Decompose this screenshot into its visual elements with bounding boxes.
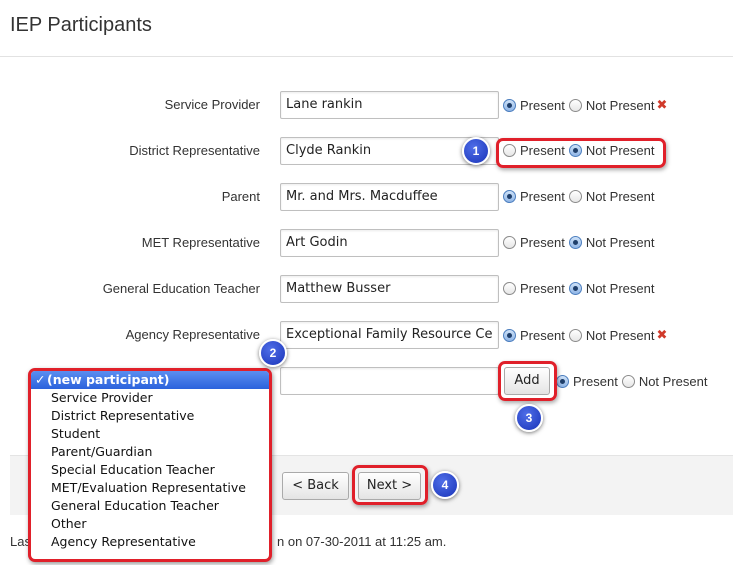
not-present-radio[interactable] (568, 282, 582, 295)
callout-box-district-status (496, 138, 666, 168)
dropdown-option-label: Service Provider (51, 390, 153, 405)
dropdown-option[interactable]: Service Provider (31, 389, 269, 407)
not-present-label: Not Present (585, 235, 655, 250)
participant-role-label: Parent (221, 189, 260, 204)
dropdown-option-label: Student (51, 426, 101, 441)
back-button[interactable]: < Back (282, 472, 349, 500)
dropdown-option[interactable]: Student (31, 425, 269, 443)
dropdown-option-label: Parent/Guardian (51, 444, 153, 459)
page-title: IEP Participants (10, 14, 152, 36)
callout-badge-4: 4 (431, 471, 459, 499)
present-label: Present (573, 374, 618, 389)
new-present-radio[interactable] (556, 375, 569, 388)
participant-name-input[interactable]: Art Godin (280, 229, 499, 257)
present-label: Present (520, 97, 565, 113)
participant-role-dropdown[interactable]: ✓ (new participant) Service Provider Distri… (28, 368, 272, 562)
dropdown-option-label: Agency Representative (51, 534, 196, 549)
not-present-label: Not Present (585, 281, 655, 296)
dropdown-option[interactable]: Other (31, 515, 269, 533)
new-participant-status: Present Not Present (556, 374, 711, 389)
callout-badge-2: 2 (259, 339, 287, 367)
last-saved-suffix: n on 07-30-2011 at 11:25 am. (277, 534, 447, 549)
not-present-label: Not Present (585, 97, 655, 113)
attendance-status: Present Not Present (503, 189, 658, 204)
participant-role-label: Service Provider (164, 97, 260, 112)
dropdown-option[interactable]: MET/Evaluation Representative (31, 479, 269, 497)
present-radio[interactable] (503, 190, 516, 203)
dropdown-option-label: General Education Teacher (51, 498, 219, 513)
present-label: Present (520, 327, 565, 343)
present-radio[interactable] (503, 98, 516, 112)
callout-box-next (352, 465, 428, 505)
dropdown-option-selected[interactable]: ✓ (new participant) (31, 371, 269, 389)
dropdown-option-label: MET/Evaluation Representative (51, 480, 246, 495)
participant-role-label: District Representative (129, 143, 260, 158)
callout-badge-3: 3 (515, 404, 543, 432)
participant-name-input[interactable]: Mr. and Mrs. Macduffee (280, 183, 499, 211)
present-label: Present (520, 189, 565, 204)
dropdown-option-label: Other (51, 516, 87, 531)
not-present-label: Not Present (585, 327, 655, 343)
dropdown-option-label: (new participant) (47, 372, 170, 387)
callout-box-add (498, 361, 557, 401)
callout-badge-1: 1 (462, 137, 490, 165)
remove-participant-icon[interactable]: ✖ (656, 327, 667, 343)
participant-name-input[interactable]: Exceptional Family Resource Ce (280, 321, 499, 349)
participant-role-label: General Education Teacher (102, 281, 260, 296)
not-present-radio[interactable] (568, 328, 582, 342)
not-present-label: Not Present (638, 374, 708, 389)
participant-row: General Education Teacher Matthew Busser P… (0, 275, 733, 305)
dropdown-option-label: Special Education Teacher (51, 462, 215, 477)
participant-name-input[interactable]: Lane rankin (280, 91, 499, 119)
participant-name-input[interactable]: Matthew Busser (280, 275, 499, 303)
participant-row: MET Representative Art Godin Present Not Pr… (0, 229, 733, 259)
attendance-status: Present Not Present ✖ (503, 327, 667, 343)
not-present-radio[interactable] (568, 190, 582, 203)
dropdown-option[interactable]: Parent/Guardian (31, 443, 269, 461)
dropdown-option[interactable]: Special Education Teacher (31, 461, 269, 479)
participant-row: Agency Representative Exceptional Family … (0, 321, 733, 351)
dropdown-option[interactable]: District Representative (31, 407, 269, 425)
present-label: Present (520, 281, 565, 296)
dropdown-option-label: District Representative (51, 408, 195, 423)
dropdown-option[interactable]: General Education Teacher (31, 497, 269, 515)
present-label: Present (520, 235, 565, 250)
not-present-radio[interactable] (568, 98, 582, 112)
present-radio[interactable] (503, 328, 516, 342)
title-divider (0, 56, 733, 57)
participant-role-label: MET Representative (141, 235, 260, 250)
not-present-radio[interactable] (568, 236, 582, 249)
attendance-status: Present Not Present (503, 281, 658, 296)
checkmark-icon: ✓ (35, 372, 46, 387)
participant-row: Service Provider Lane rankin Present Not Pr… (0, 91, 733, 121)
present-radio[interactable] (503, 282, 516, 295)
participant-row: Parent Mr. and Mrs. Macduffee Present Not P… (0, 183, 733, 213)
attendance-status: Present Not Present (503, 235, 658, 250)
not-present-label: Not Present (585, 189, 655, 204)
remove-participant-icon[interactable]: ✖ (656, 97, 667, 113)
attendance-status: Present Not Present ✖ (503, 97, 667, 113)
present-radio[interactable] (503, 236, 516, 249)
new-not-present-radio[interactable] (621, 375, 635, 388)
dropdown-option[interactable]: Agency Representative (31, 533, 269, 551)
new-participant-name-input[interactable] (280, 367, 499, 395)
participant-role-label: Agency Representative (125, 327, 260, 342)
